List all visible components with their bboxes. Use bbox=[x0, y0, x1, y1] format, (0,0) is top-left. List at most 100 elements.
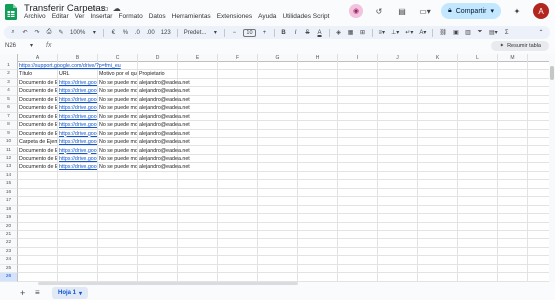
column-header-g[interactable]: G bbox=[258, 54, 298, 62]
scroll-thumb[interactable] bbox=[550, 66, 554, 80]
row-header-9[interactable]: 9 bbox=[0, 129, 18, 139]
column-header-d[interactable]: D bbox=[138, 54, 178, 62]
text-color-button[interactable]: A bbox=[317, 28, 323, 38]
insert-chart-icon[interactable]: ▥ bbox=[465, 28, 471, 38]
menu-insertar[interactable]: Insertar bbox=[90, 13, 112, 20]
undo-icon[interactable]: ↶ bbox=[22, 28, 28, 38]
gemini-icon[interactable]: ◉ bbox=[349, 4, 364, 18]
cell-motivo[interactable]: No se puede mo bbox=[99, 104, 137, 112]
chevron-down-icon[interactable]: ▾ bbox=[30, 42, 33, 49]
cell-titulo[interactable]: Carpeta de Ejem bbox=[19, 138, 57, 146]
row-header-25[interactable]: 25 bbox=[0, 264, 18, 274]
row-header-7[interactable]: 7 bbox=[0, 112, 18, 122]
borders-icon[interactable]: ▦ bbox=[348, 28, 354, 38]
cell-propietario[interactable]: alejandro@eadea.net bbox=[139, 96, 217, 104]
menu-ayuda[interactable]: Ayuda bbox=[258, 13, 276, 20]
cell-propietario[interactable]: alejandro@eadea.net bbox=[139, 130, 217, 138]
print-icon[interactable]: ⎙ bbox=[46, 28, 52, 38]
horizontal-align-icon[interactable]: ≡▾ bbox=[379, 28, 386, 38]
vertical-scrollbar[interactable] bbox=[549, 54, 555, 282]
add-sheet-button[interactable]: + bbox=[20, 288, 25, 298]
cell-titulo[interactable]: Documento de E bbox=[19, 155, 57, 163]
row-header-1[interactable]: 1 bbox=[0, 62, 18, 71]
column-header-c[interactable]: C bbox=[98, 54, 138, 62]
chevron-down-icon[interactable]: ▾ bbox=[79, 290, 82, 297]
cell-motivo[interactable]: No se puede mo bbox=[99, 87, 137, 95]
cell-titulo[interactable]: Documento de E bbox=[19, 113, 57, 121]
column-header-i[interactable]: I bbox=[338, 54, 378, 62]
menu-formato[interactable]: Formato bbox=[118, 13, 142, 20]
menu-utilidades-script[interactable]: Utilidades Script bbox=[282, 13, 329, 20]
cell-titulo[interactable]: Documento de E bbox=[19, 79, 57, 87]
row-header-18[interactable]: 18 bbox=[0, 205, 18, 215]
cell-url-link[interactable]: https://drive.goog bbox=[59, 155, 97, 163]
menu-extensiones[interactable]: Extensiones bbox=[217, 13, 252, 20]
bold-button[interactable]: B bbox=[281, 28, 287, 38]
cell-url-link[interactable]: https://drive.goog bbox=[59, 163, 97, 171]
filter-icon[interactable]: ⏷ bbox=[477, 28, 483, 38]
name-box[interactable]: N26 bbox=[5, 43, 16, 49]
paint-format-icon[interactable]: ✎ bbox=[58, 28, 64, 38]
cell-titulo[interactable]: Documento de E bbox=[19, 130, 57, 138]
cell-motivo[interactable]: No se puede mo bbox=[99, 96, 137, 104]
avatar[interactable]: A bbox=[533, 3, 549, 19]
column-header-l[interactable]: L bbox=[458, 54, 498, 62]
zoom-select[interactable]: 100% bbox=[70, 28, 85, 38]
row-header-4[interactable]: 4 bbox=[0, 87, 18, 96]
menu-ver[interactable]: Ver bbox=[75, 13, 85, 20]
strikethrough-button[interactable]: S bbox=[305, 28, 311, 38]
row-header-5[interactable]: 5 bbox=[0, 95, 18, 105]
italic-button[interactable]: I bbox=[293, 28, 299, 38]
text-wrap-icon[interactable]: ↵▾ bbox=[405, 28, 413, 38]
cell-propietario[interactable]: alejandro@eadea.net bbox=[139, 121, 217, 129]
cell-titulo[interactable]: Documento de E bbox=[19, 163, 57, 171]
cell-motivo[interactable]: No se puede mo bbox=[99, 147, 137, 155]
row-header-11[interactable]: 11 bbox=[0, 146, 18, 155]
number-format-button[interactable]: 123 bbox=[161, 28, 171, 38]
cell-propietario[interactable]: alejandro@eadea.net bbox=[139, 163, 217, 171]
decrease-font-size-icon[interactable]: − bbox=[231, 28, 237, 38]
redo-icon[interactable]: ↷ bbox=[34, 28, 40, 38]
cell-header-titulo[interactable]: Título bbox=[19, 70, 57, 78]
insert-comment-icon[interactable]: ▣ bbox=[453, 28, 459, 38]
cell-propietario[interactable]: alejandro@eadea.net bbox=[139, 113, 217, 121]
insert-link-icon[interactable]: ⛓ bbox=[439, 28, 447, 38]
cell-propietario[interactable]: alejandro@eadea.net bbox=[139, 138, 217, 146]
cell-motivo[interactable]: No se puede mo bbox=[99, 163, 137, 171]
row-header-23[interactable]: 23 bbox=[0, 247, 18, 257]
row-header-26[interactable]: 26 bbox=[0, 273, 18, 282]
folder-move-icon[interactable]: ▭ bbox=[101, 4, 109, 13]
cell-propietario[interactable]: alejandro@eadea.net bbox=[139, 155, 217, 163]
increase-font-size-icon[interactable]: + bbox=[262, 28, 268, 38]
cell-url-link[interactable]: https://drive.goog bbox=[59, 147, 97, 155]
fill-color-icon[interactable]: ◈ bbox=[336, 28, 342, 38]
column-header-f[interactable]: F bbox=[218, 54, 258, 62]
menu-datos[interactable]: Datos bbox=[149, 13, 166, 20]
row-header-21[interactable]: 21 bbox=[0, 231, 18, 240]
cell-url-link[interactable]: https://drive.goog bbox=[59, 104, 97, 112]
cell-motivo[interactable]: No se puede mo bbox=[99, 130, 137, 138]
column-header-j[interactable]: J bbox=[378, 54, 418, 62]
chevron-down-icon[interactable]: ▾ bbox=[212, 28, 218, 38]
percent-format-button[interactable]: % bbox=[122, 28, 128, 38]
font-size-input[interactable]: 10 bbox=[243, 28, 256, 37]
cell-propietario[interactable]: alejandro@eadea.net bbox=[139, 79, 217, 87]
share-button[interactable]: 🔒︎ Compartir ▾ bbox=[441, 3, 501, 19]
merge-cells-icon[interactable]: ⊞ bbox=[360, 28, 366, 38]
cell-titulo[interactable]: Documento de E bbox=[19, 104, 57, 112]
cell-titulo[interactable]: Documento de E bbox=[19, 121, 57, 129]
row-header-24[interactable]: 24 bbox=[0, 256, 18, 265]
row-header-17[interactable]: 17 bbox=[0, 197, 18, 206]
collapse-toolbar-icon[interactable]: ⌃ bbox=[538, 28, 544, 38]
cell-url-link[interactable]: https://drive.goog bbox=[59, 113, 97, 121]
cell-url-link[interactable]: https://drive.goog bbox=[59, 96, 97, 104]
cell-url-link[interactable]: https://drive.goog bbox=[59, 138, 97, 146]
menu-editar[interactable]: Editar bbox=[52, 13, 69, 20]
scroll-thumb[interactable] bbox=[38, 282, 298, 285]
cell-motivo[interactable]: No se puede mo bbox=[99, 113, 137, 121]
column-header-m[interactable]: M bbox=[498, 54, 528, 62]
cell-motivo[interactable]: No se puede mo bbox=[99, 121, 137, 129]
column-header-k[interactable]: K bbox=[418, 54, 458, 62]
cell-motivo[interactable]: No se puede mo bbox=[99, 155, 137, 163]
cell-header-motivo[interactable]: Motivo por el que bbox=[99, 70, 137, 78]
